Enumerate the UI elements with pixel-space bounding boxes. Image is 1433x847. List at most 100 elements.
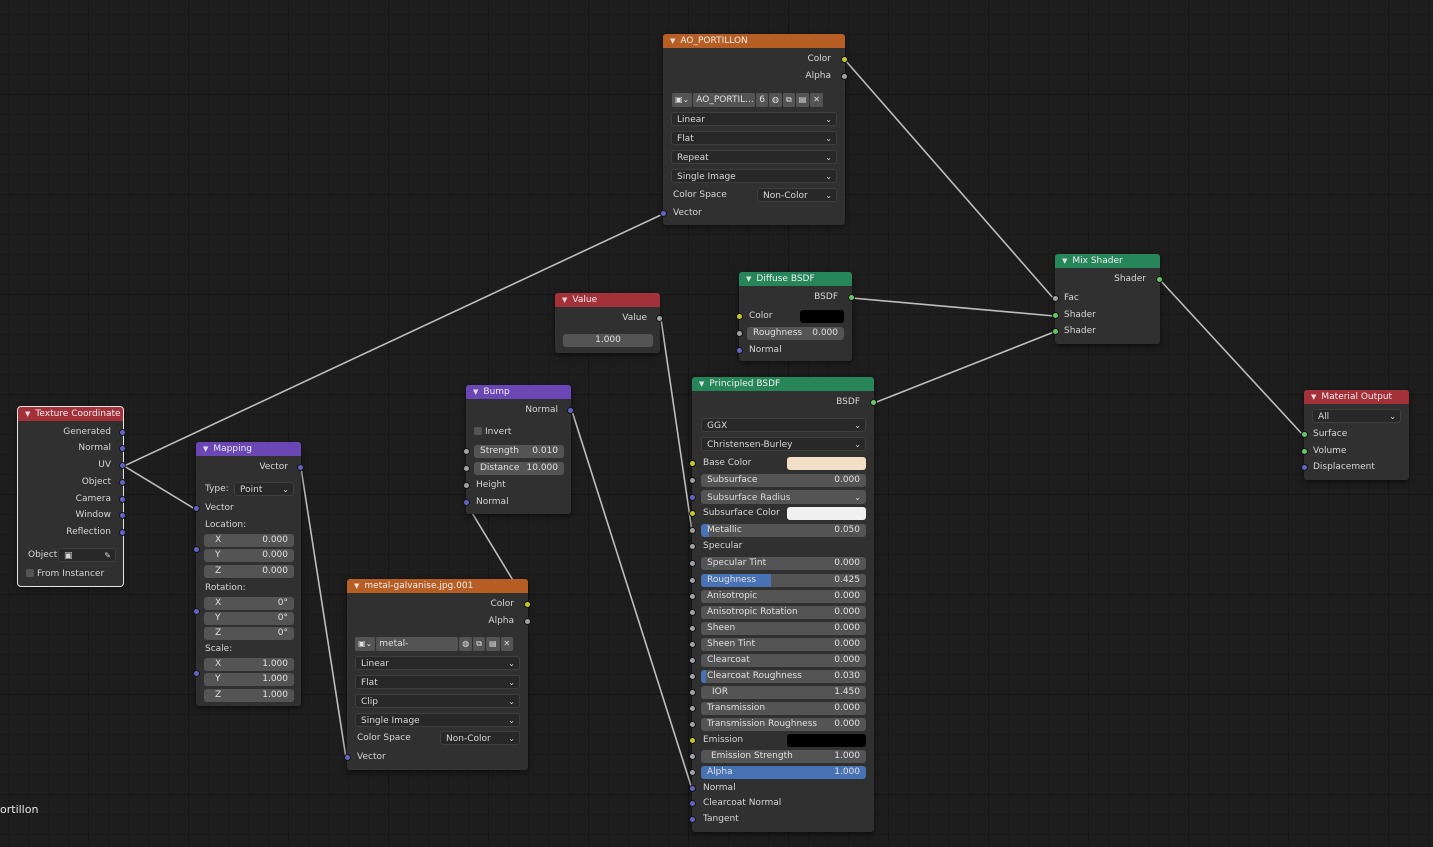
open-folder-icon[interactable]: ▤ — [485, 637, 500, 651]
input-specular-socket[interactable] — [689, 543, 696, 550]
input-subsurface-socket[interactable] — [689, 477, 696, 484]
interpolation-dropdown[interactable]: Linear ⌄ — [671, 112, 837, 126]
mix-shader-node[interactable]: ▼ Mix Shader Shader Fac Shader Shader — [1052, 254, 1163, 344]
output-generated-socket[interactable] — [119, 429, 126, 436]
output-reflection-socket[interactable] — [119, 529, 126, 536]
extension-dropdown[interactable]: Clip ⌄ — [355, 694, 520, 708]
bump-node[interactable]: ▼ Bump Normal Invert Strength 0.010 Distan… — [463, 385, 574, 514]
fake-user-shield-icon[interactable]: ◍ — [769, 93, 782, 107]
color-space-dropdown[interactable]: Non-Color ⌄ — [440, 731, 520, 745]
input-clearcoat-normal-socket[interactable] — [689, 800, 696, 807]
duplicate-icon[interactable]: ⧉ — [473, 637, 485, 651]
scale-y-field[interactable]: Y 1.000 — [204, 673, 294, 686]
texture-coordinate-node[interactable]: ▼ Texture Coordinate Generated Normal UV … — [17, 406, 126, 587]
sheen-tint-field[interactable]: Sheen Tint 0.000 — [701, 638, 866, 651]
input-shader-2-socket[interactable] — [1052, 328, 1059, 335]
image-browse-icon[interactable]: ▣⌄ — [355, 637, 376, 651]
input-sheen-tint-socket[interactable] — [689, 641, 696, 648]
input-strength-socket[interactable] — [463, 448, 470, 455]
collapse-arrow-icon[interactable]: ▼ — [203, 445, 208, 453]
specular-tint-field[interactable]: Specular Tint 0.000 — [701, 557, 866, 570]
clearcoat-field[interactable]: Clearcoat 0.000 — [701, 654, 866, 667]
input-alpha-socket[interactable] — [689, 769, 696, 776]
input-vector-socket[interactable] — [660, 210, 667, 217]
input-fac-socket[interactable] — [1052, 295, 1059, 302]
image-selector-bar[interactable]: ▣⌄ AO_PORTIL... 6 ◍ ⧉ ▤ ✕ — [672, 93, 823, 107]
input-emission-socket[interactable] — [689, 737, 696, 744]
emission-strength-field[interactable]: Emission Strength 1.000 — [701, 750, 866, 763]
metal-galvanise-node[interactable]: ▼ metal-galvanise.jpg.001 Color Alpha ▣⌄ … — [344, 579, 531, 770]
ao-portillon-header[interactable]: ▼ AO_PORTILLON — [663, 34, 845, 48]
input-displacement-socket[interactable] — [1301, 464, 1308, 471]
collapse-arrow-icon[interactable]: ▼ — [25, 410, 30, 418]
input-anisotropic-socket[interactable] — [689, 593, 696, 600]
checkbox-icon[interactable] — [26, 569, 34, 577]
location-y-field[interactable]: Y 0.000 — [204, 549, 294, 562]
subsurface-color-swatch[interactable] — [787, 507, 866, 520]
projection-dropdown[interactable]: Flat ⌄ — [355, 675, 520, 689]
input-emission-strength-socket[interactable] — [689, 753, 696, 760]
subsurface-radius-field[interactable]: Subsurface Radius ⌄ — [701, 490, 866, 504]
output-bsdf-socket[interactable] — [848, 294, 855, 301]
clearcoat-roughness-slider[interactable]: Clearcoat Roughness 0.030 — [701, 670, 866, 683]
output-color-socket[interactable] — [524, 601, 531, 608]
distance-field[interactable]: Distance 10.000 — [474, 462, 564, 475]
diffuse-bsdf-header[interactable]: ▼ Diffuse BSDF — [739, 272, 852, 286]
collapse-arrow-icon[interactable]: ▼ — [1311, 393, 1316, 401]
emission-color-swatch[interactable] — [787, 734, 866, 747]
subsurface-field[interactable]: Subsurface 0.000 — [701, 474, 866, 487]
invert-checkbox[interactable]: Invert — [474, 426, 511, 439]
strength-field[interactable]: Strength 0.010 — [474, 445, 564, 458]
output-uv-socket[interactable] — [119, 462, 126, 469]
material-output-header[interactable]: ▼ Material Output — [1304, 390, 1409, 404]
projection-dropdown[interactable]: Flat ⌄ — [671, 131, 837, 145]
output-normal-socket[interactable] — [119, 445, 126, 452]
principled-bsdf-header[interactable]: ▼ Principled BSDF — [692, 377, 874, 391]
input-vector-socket[interactable] — [193, 505, 200, 512]
output-camera-socket[interactable] — [119, 496, 126, 503]
value-field[interactable]: 1.000 — [563, 334, 653, 347]
image-users-count[interactable]: 6 — [756, 93, 768, 107]
location-z-field[interactable]: Z 0.000 — [204, 565, 294, 578]
input-metallic-socket[interactable] — [689, 527, 696, 534]
metallic-slider[interactable]: Metallic 0.050 — [701, 524, 866, 537]
input-normal-socket[interactable] — [689, 785, 696, 792]
input-roughness-socket[interactable] — [736, 330, 743, 337]
mapping-node[interactable]: ▼ Mapping Vector Type: Point ⌄ Vector Loca… — [193, 442, 304, 706]
output-alpha-socket[interactable] — [841, 73, 848, 80]
input-distance-socket[interactable] — [463, 465, 470, 472]
output-window-socket[interactable] — [119, 512, 126, 519]
output-object-socket[interactable] — [119, 479, 126, 486]
texture-coordinate-header[interactable]: ▼ Texture Coordinate — [18, 407, 123, 421]
rotation-y-field[interactable]: Y 0° — [204, 612, 294, 625]
input-roughness-socket[interactable] — [689, 577, 696, 584]
input-location-socket[interactable] — [193, 546, 200, 553]
checkbox-icon[interactable] — [474, 427, 482, 435]
input-volume-socket[interactable] — [1301, 448, 1308, 455]
input-normal-socket[interactable] — [463, 499, 470, 506]
input-subsurface-color-socket[interactable] — [689, 510, 696, 517]
alpha-slider[interactable]: Alpha 1.000 — [701, 766, 866, 779]
input-ior-socket[interactable] — [689, 689, 696, 696]
extension-dropdown[interactable]: Repeat ⌄ — [671, 150, 837, 164]
principled-bsdf-node[interactable]: ▼ Principled BSDF BSDF GGX ⌄ Christensen-B… — [689, 377, 877, 832]
mapping-type-dropdown[interactable]: Point ⌄ — [234, 482, 294, 496]
eyedropper-icon[interactable]: ✎ — [104, 549, 111, 561]
value-node[interactable]: ▼ Value Value 1.000 — [555, 293, 663, 353]
location-x-field[interactable]: X 0.000 — [204, 534, 294, 547]
ao-portillon-node[interactable]: ▼ AO_PORTILLON Color Alpha ▣⌄ AO_PORTIL..… — [660, 34, 848, 225]
collapse-arrow-icon[interactable]: ▼ — [746, 275, 751, 283]
image-browse-icon[interactable]: ▣⌄ — [672, 93, 693, 107]
object-picker-field[interactable]: ▣ ✎ — [58, 548, 116, 562]
transmission-roughness-field[interactable]: Transmission Roughness 0.000 — [701, 718, 866, 731]
input-rotation-socket[interactable] — [193, 608, 200, 615]
rotation-x-field[interactable]: X 0° — [204, 597, 294, 610]
collapse-arrow-icon[interactable]: ▼ — [670, 37, 675, 45]
output-bsdf-socket[interactable] — [870, 399, 877, 406]
image-name-field[interactable]: AO_PORTIL... — [693, 93, 756, 107]
material-output-node[interactable]: ▼ Material Output All ⌄ Surface Volume Dis… — [1301, 390, 1409, 480]
input-base-color-socket[interactable] — [689, 460, 696, 467]
bump-header[interactable]: ▼ Bump — [466, 385, 571, 399]
scale-x-field[interactable]: X 1.000 — [204, 658, 294, 671]
input-vector-socket[interactable] — [344, 754, 351, 761]
